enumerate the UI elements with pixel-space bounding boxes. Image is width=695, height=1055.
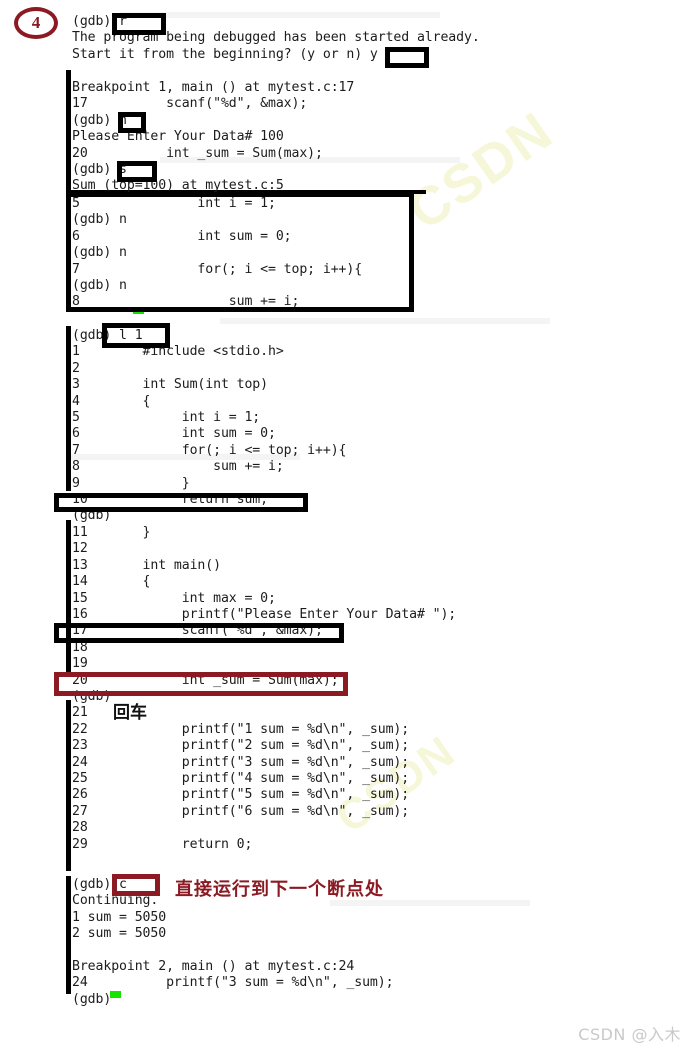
terminal-left-edge-1 [66,70,71,194]
terminal-left-edge-4 [66,700,71,871]
highlight-box-run-command [112,13,166,35]
step-number-label: 4 [31,13,41,32]
highlight-box-line-17 [54,623,344,643]
background-watermark-upper: CSDN [397,100,564,242]
highlight-box-list-command [102,323,170,348]
gdb-output-listing: (gdb) l 1 1 #include <stdio.h> 2 3 int S… [72,328,457,852]
highlight-box-continue-command [112,874,160,896]
terminal-left-edge-2 [66,326,71,491]
highlight-box-line-20 [54,672,348,696]
annotation-enter-key: 回车 [113,703,147,723]
gdb-output-breakpoint1: Breakpoint 1, main () at mytest.c:17 17 … [72,80,355,194]
highlight-box-confirm-yes [385,47,429,68]
terminal-left-edge-3 [66,520,71,673]
terminal-left-edge-5 [66,876,71,994]
terminal-cursor-2 [110,991,121,998]
highlight-box-next-command [118,112,146,133]
highlight-box-step-command [117,161,157,182]
annotation-continue-note: 直接运行到下一个断点处 [175,879,384,900]
scan-smudge-3 [220,318,550,324]
step-number-badge: 4 [14,7,58,39]
csdn-watermark: CSDN @入木 [578,1025,681,1044]
highlight-box-step-sequence [66,192,414,312]
highlight-box-line-10 [54,493,308,512]
